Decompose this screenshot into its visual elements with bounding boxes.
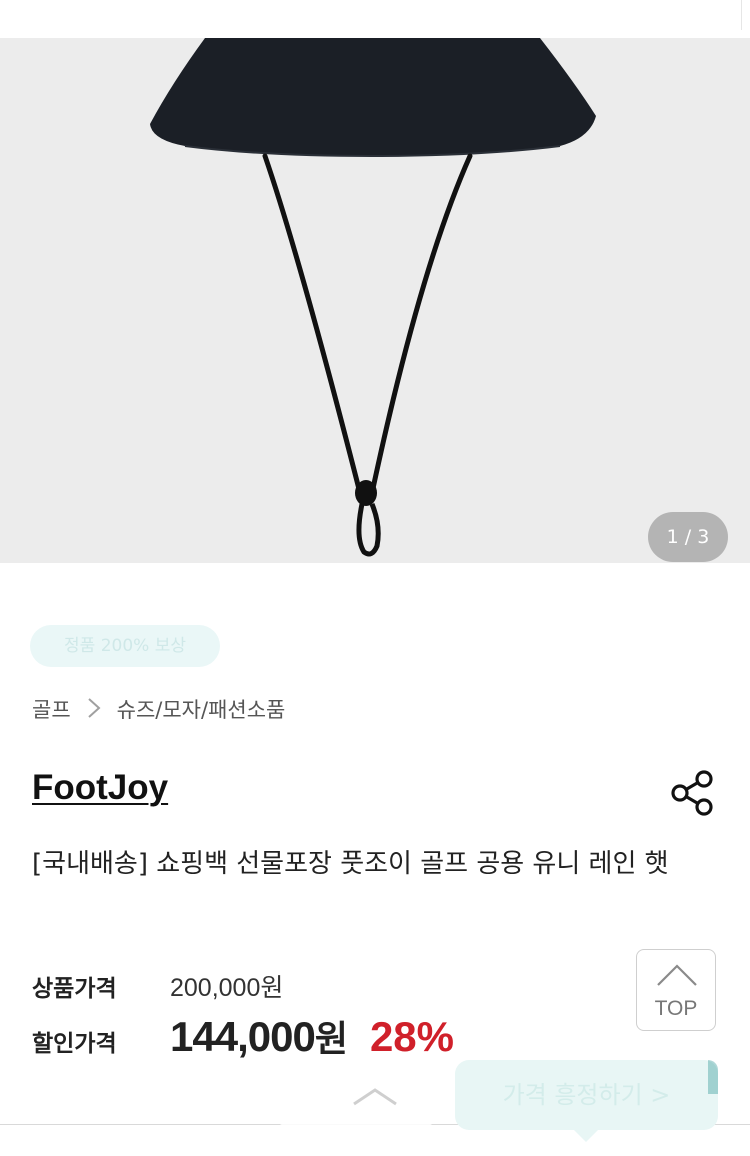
price-negotiate-label: 가격 흥정하기 >: [502, 1081, 671, 1109]
sale-price-label: 할인가격: [32, 1031, 117, 1057]
product-image: [150, 38, 596, 557]
chevron-up-icon: [353, 1088, 397, 1106]
top-button-label: TOP: [654, 997, 698, 1020]
scroll-to-top-button[interactable]: TOP: [636, 949, 716, 1031]
chevron-right-icon: [87, 697, 101, 721]
sale-price-unit: 원: [314, 1019, 348, 1060]
button-accent-edge: [708, 1060, 718, 1094]
sale-price-value: 144,000: [170, 1013, 316, 1060]
chevron-up-icon: [657, 964, 697, 986]
discount-rate: 28%: [369, 1013, 455, 1060]
image-pager-indicator: 1 / 3: [648, 512, 728, 562]
top-header-bar: [0, 0, 750, 38]
sale-price-row: 할인가격 144,000 원 28%: [32, 1010, 454, 1062]
list-price-row: 상품가격 200,000원: [32, 968, 283, 1004]
share-button[interactable]: [668, 770, 716, 816]
share-icon: [671, 770, 713, 816]
breadcrumb-item-category[interactable]: 슈즈/모자/패션소품: [117, 694, 286, 724]
price-negotiate-button[interactable]: 가격 흥정하기 >: [455, 1060, 718, 1130]
header-edge-divider: [741, 0, 750, 30]
breadcrumb-item-golf[interactable]: 골프: [32, 694, 71, 724]
list-price-label: 상품가격: [32, 976, 117, 1002]
breadcrumb: 골프 슈즈/모자/패션소품: [32, 693, 285, 725]
tooltip-pointer: [572, 1128, 600, 1142]
authenticity-badge: 정품 200% 보상: [30, 625, 220, 667]
list-price-value: 200,000원: [170, 974, 284, 1002]
brand-link[interactable]: FootJoy: [32, 768, 168, 808]
product-image-gallery[interactable]: 1 / 3: [0, 38, 750, 563]
product-title: [국내배송] 쇼핑백 선물포장 풋조이 골프 공용 유니 레인 햇: [32, 849, 669, 879]
